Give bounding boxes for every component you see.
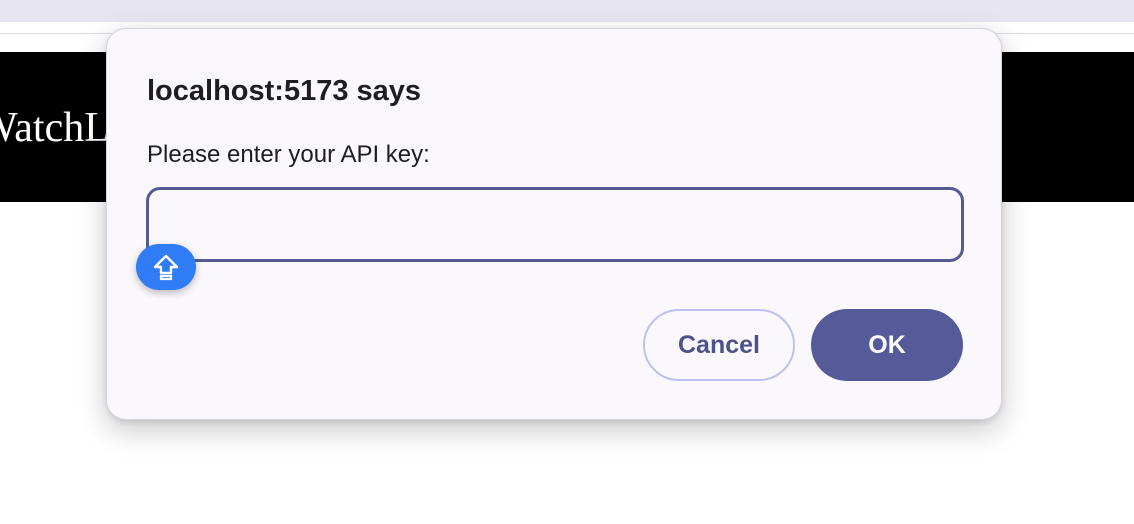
cancel-button[interactable]: Cancel	[643, 309, 795, 381]
api-key-input[interactable]	[146, 187, 964, 262]
dialog-title: localhost:5173 says	[147, 75, 422, 107]
browser-toolbar	[0, 0, 1134, 22]
dialog-message: Please enter your API key:	[147, 141, 430, 168]
caps-lock-indicator	[136, 244, 196, 290]
caps-lock-icon	[153, 254, 179, 281]
ok-button[interactable]: OK	[811, 309, 963, 381]
prompt-dialog: localhost:5173 says Please enter your AP…	[106, 28, 1002, 420]
